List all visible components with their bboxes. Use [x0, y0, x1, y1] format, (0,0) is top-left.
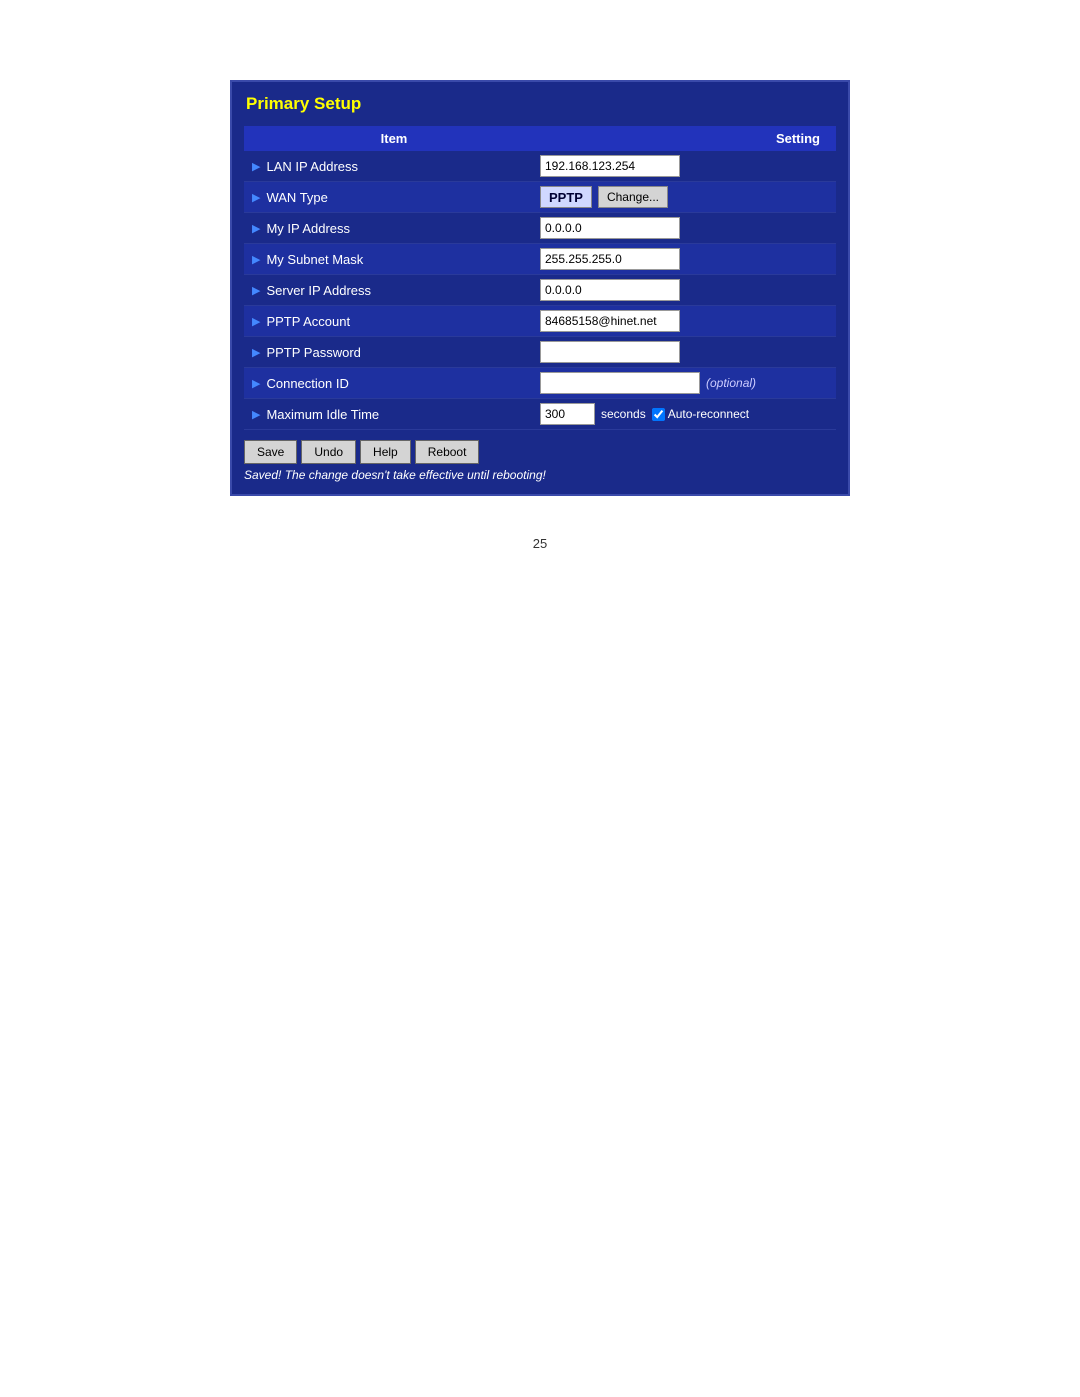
table-row: ▶ Connection ID (optional): [244, 368, 836, 399]
pptp-account-setting: [540, 310, 828, 332]
reboot-button[interactable]: Reboot: [415, 440, 480, 464]
undo-button[interactable]: Undo: [301, 440, 356, 464]
button-row: Save Undo Help Reboot: [244, 440, 836, 464]
server-ip-setting: [540, 279, 828, 301]
server-ip-input[interactable]: [540, 279, 680, 301]
help-button[interactable]: Help: [360, 440, 411, 464]
pptp-password-input[interactable]: [540, 341, 680, 363]
connection-id-input[interactable]: [540, 372, 700, 394]
connection-id-setting: (optional): [540, 372, 828, 394]
lan-ip-setting: [540, 155, 828, 177]
server-ip-label: ▶ Server IP Address: [252, 283, 540, 298]
arrow-icon: ▶: [252, 408, 260, 421]
lan-ip-label: ▶ LAN IP Address: [252, 159, 540, 174]
table-header: Item Setting: [244, 126, 836, 151]
auto-reconnect-label[interactable]: Auto-reconnect: [652, 407, 749, 421]
page-number: 25: [533, 536, 547, 551]
my-ip-input[interactable]: [540, 217, 680, 239]
primary-setup-panel: Primary Setup Item Setting ▶ LAN IP Addr…: [230, 80, 850, 496]
change-button[interactable]: Change...: [598, 186, 668, 208]
pptp-account-input[interactable]: [540, 310, 680, 332]
my-ip-label: ▶ My IP Address: [252, 221, 540, 236]
status-message: Saved! The change doesn't take effective…: [244, 468, 836, 482]
table-row: ▶ My IP Address: [244, 213, 836, 244]
subnet-mask-label: ▶ My Subnet Mask: [252, 252, 540, 267]
arrow-icon: ▶: [252, 191, 260, 204]
wan-type-value: PPTP: [540, 186, 592, 208]
table-row: ▶ LAN IP Address: [244, 151, 836, 182]
panel-title: Primary Setup: [244, 94, 836, 114]
pptp-password-setting: [540, 341, 828, 363]
pptp-account-label: ▶ PPTP Account: [252, 314, 540, 329]
table-row: ▶ WAN Type PPTP Change...: [244, 182, 836, 213]
wan-type-label: ▶ WAN Type: [252, 190, 540, 205]
header-setting: Setting: [536, 131, 828, 146]
seconds-label: seconds: [601, 407, 646, 421]
settings-table: Item Setting ▶ LAN IP Address ▶ WAN Type: [244, 126, 836, 430]
max-idle-setting: seconds Auto-reconnect: [540, 403, 828, 425]
subnet-mask-input[interactable]: [540, 248, 680, 270]
subnet-mask-setting: [540, 248, 828, 270]
pptp-password-label: ▶ PPTP Password: [252, 345, 540, 360]
max-idle-label: ▶ Maximum Idle Time: [252, 407, 540, 422]
header-item: Item: [252, 131, 536, 146]
optional-text: (optional): [706, 376, 756, 390]
connection-id-label: ▶ Connection ID: [252, 376, 540, 391]
arrow-icon: ▶: [252, 315, 260, 328]
save-button[interactable]: Save: [244, 440, 297, 464]
arrow-icon: ▶: [252, 284, 260, 297]
table-row: ▶ Server IP Address: [244, 275, 836, 306]
table-row: ▶ PPTP Password: [244, 337, 836, 368]
arrow-icon: ▶: [252, 346, 260, 359]
table-row: ▶ PPTP Account: [244, 306, 836, 337]
max-idle-input[interactable]: [540, 403, 595, 425]
arrow-icon: ▶: [252, 253, 260, 266]
table-row: ▶ Maximum Idle Time seconds Auto-reconne…: [244, 399, 836, 430]
table-row: ▶ My Subnet Mask: [244, 244, 836, 275]
arrow-icon: ▶: [252, 222, 260, 235]
lan-ip-input[interactable]: [540, 155, 680, 177]
arrow-icon: ▶: [252, 160, 260, 173]
wan-type-setting: PPTP Change...: [540, 186, 828, 208]
my-ip-setting: [540, 217, 828, 239]
auto-reconnect-checkbox[interactable]: [652, 408, 665, 421]
arrow-icon: ▶: [252, 377, 260, 390]
